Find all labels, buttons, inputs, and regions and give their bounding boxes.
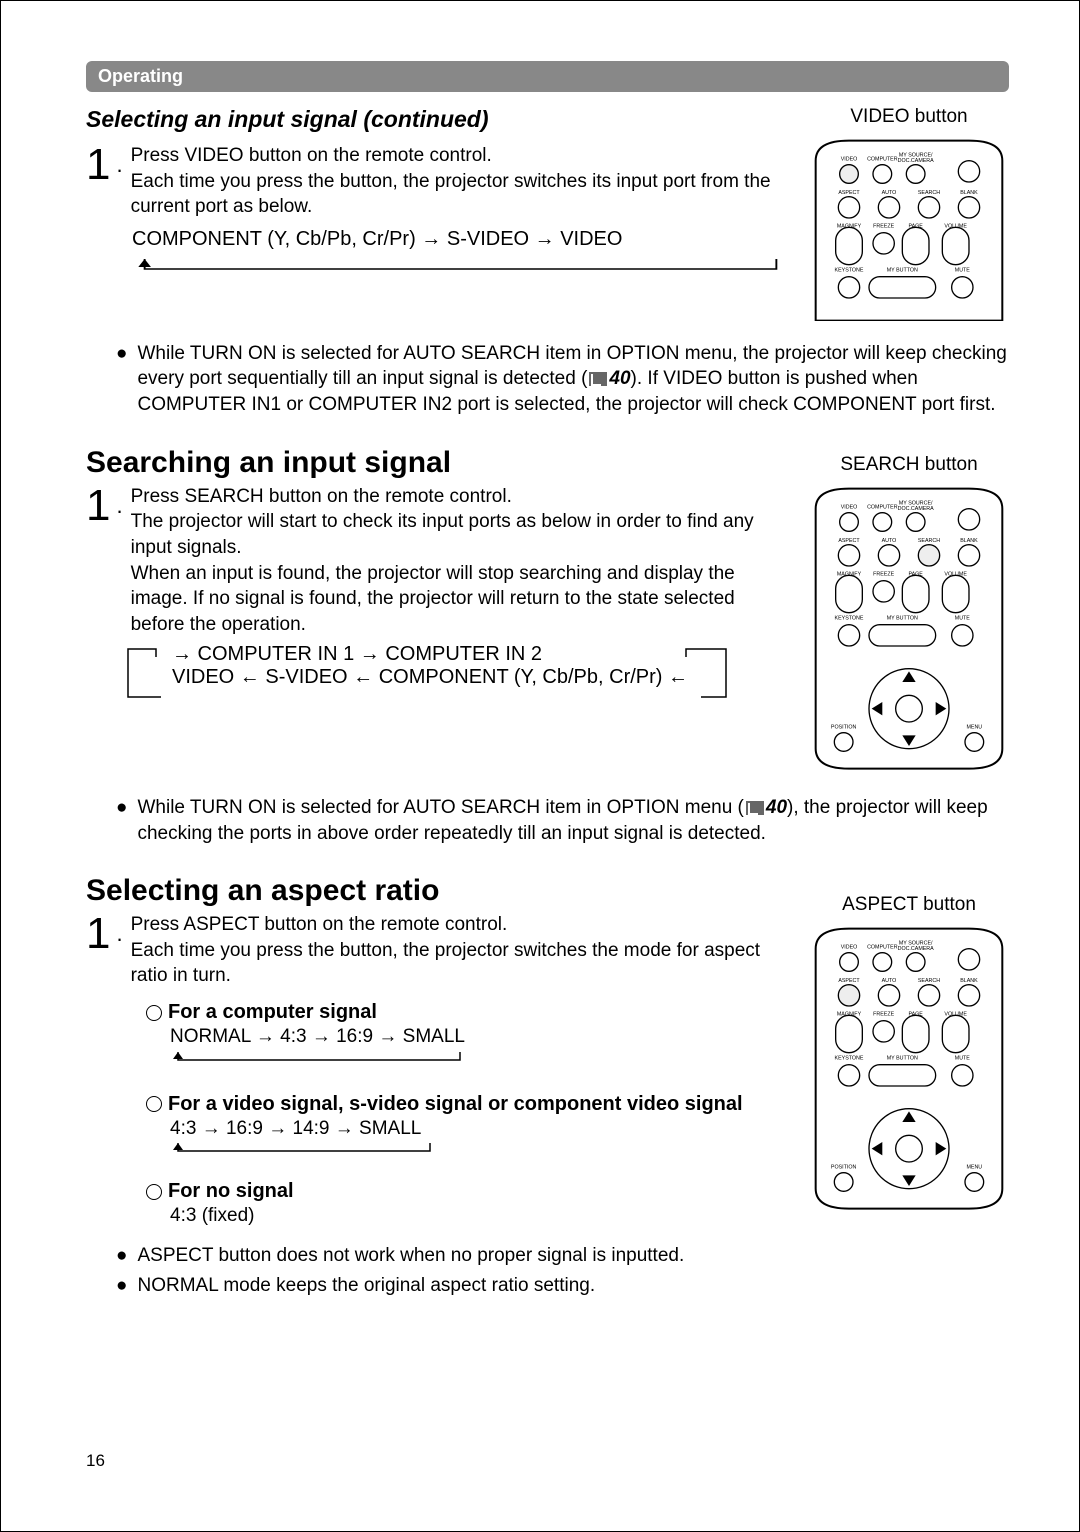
svg-text:MY BUTTON: MY BUTTON xyxy=(887,267,918,273)
sub2-cycle: 4:3 → 16:9 → 14:9 → SMALL xyxy=(170,1116,789,1142)
bullet-icon: ● xyxy=(116,795,127,846)
circle-marker xyxy=(146,1096,162,1112)
step-dot: . xyxy=(116,484,122,528)
circle-marker xyxy=(146,1005,162,1021)
svg-text:ASPECT: ASPECT xyxy=(838,978,860,984)
svg-text:ASPECT: ASPECT xyxy=(838,538,860,544)
s2-bullet-a: While TURN ON is selected for AUTO SEARC… xyxy=(137,797,743,818)
svg-text:AUTO: AUTO xyxy=(882,190,897,196)
step-number-1b: 1 xyxy=(86,484,110,528)
svg-text:POSITION: POSITION xyxy=(831,1165,857,1171)
circle-marker xyxy=(146,1184,162,1200)
svg-text:BLANK: BLANK xyxy=(960,190,978,196)
svg-text:MUTE: MUTE xyxy=(955,267,971,273)
section3-title: Selecting an aspect ratio xyxy=(86,874,789,908)
cycle-return-arrow xyxy=(170,1141,440,1161)
s2-cycle-box xyxy=(126,647,746,703)
remote-illustration-video: VIDEO COMPUTER MY SOURCE/DOC.CAMERA ASPE… xyxy=(809,134,1009,321)
svg-text:MUTE: MUTE xyxy=(955,615,971,621)
svg-text:COMPUTER: COMPUTER xyxy=(867,504,898,510)
svg-text:MY BUTTON: MY BUTTON xyxy=(887,1056,918,1062)
book-ref-icon xyxy=(746,801,764,815)
svg-text:SEARCH: SEARCH xyxy=(918,978,940,984)
sub1-title: For a computer signal xyxy=(168,1001,377,1023)
svg-text:PAGE: PAGE xyxy=(908,1012,923,1018)
bullet-icon: ● xyxy=(116,1273,127,1299)
s1-right-label: VIDEO button xyxy=(809,106,1009,128)
svg-text:MY BUTTON: MY BUTTON xyxy=(887,615,918,621)
svg-text:SEARCH: SEARCH xyxy=(918,538,940,544)
svg-text:VOLUME: VOLUME xyxy=(944,1012,967,1018)
svg-text:SEARCH: SEARCH xyxy=(918,190,940,196)
s3-right-label: ASPECT button xyxy=(809,894,1009,916)
svg-text:DOC.CAMERA: DOC.CAMERA xyxy=(898,158,935,164)
svg-text:AUTO: AUTO xyxy=(882,538,897,544)
svg-text:COMPUTER: COMPUTER xyxy=(867,157,898,163)
svg-text:VOLUME: VOLUME xyxy=(944,223,967,229)
step-number-1a: 1 xyxy=(86,143,110,187)
remote-illustration-aspect: VIDEO COMPUTER MY SOURCE/DOC.CAMERA ASPE… xyxy=(809,922,1009,1215)
s2-step-text1: Press SEARCH button on the remote contro… xyxy=(131,486,512,507)
step-number-1c: 1 xyxy=(86,912,110,956)
s1-ref: 40 xyxy=(609,368,630,389)
svg-text:VIDEO: VIDEO xyxy=(841,157,858,163)
bullet-icon: ● xyxy=(116,341,127,418)
section1-title: Selecting an input signal (continued) xyxy=(86,106,789,133)
remote-illustration-search: VIDEO COMPUTER MY SOURCE/DOC.CAMERA ASPE… xyxy=(809,482,1009,775)
sub1-cycle: NORMAL → 4:3 → 16:9 → SMALL xyxy=(170,1024,789,1050)
s3-bullet3: ASPECT button does not work when no prop… xyxy=(137,1243,684,1269)
svg-text:AUTO: AUTO xyxy=(882,978,897,984)
svg-text:DOC.CAMERA: DOC.CAMERA xyxy=(898,946,935,952)
step-dot: . xyxy=(116,143,122,187)
svg-text:VIDEO: VIDEO xyxy=(841,945,858,951)
s2-step-text2: The projector will start to check its in… xyxy=(131,511,754,558)
svg-text:MUTE: MUTE xyxy=(955,1056,971,1062)
svg-text:BLANK: BLANK xyxy=(960,978,978,984)
sub3-title: For no signal xyxy=(168,1180,294,1202)
svg-text:COMPUTER: COMPUTER xyxy=(867,945,898,951)
svg-text:FREEZE: FREEZE xyxy=(873,1012,894,1018)
header-bar: Operating xyxy=(86,61,1009,92)
svg-text:MAGNIFY: MAGNIFY xyxy=(837,223,862,229)
bullet-icon: ● xyxy=(116,1243,127,1269)
section2-title: Searching an input signal xyxy=(86,446,789,480)
s2-right-label: SEARCH button xyxy=(809,454,1009,476)
sub2-title: For a video signal, s-video signal or co… xyxy=(168,1093,743,1115)
svg-text:MAGNIFY: MAGNIFY xyxy=(837,1012,862,1018)
s1-step-text2: Each time you press the button, the proj… xyxy=(131,171,771,218)
s2-step-text3: When an input is found, the projector wi… xyxy=(131,563,735,635)
svg-text:MAGNIFY: MAGNIFY xyxy=(837,571,862,577)
s2-ref: 40 xyxy=(766,797,787,818)
svg-text:BLANK: BLANK xyxy=(960,538,978,544)
svg-text:KEYSTONE: KEYSTONE xyxy=(835,615,864,621)
svg-text:POSITION: POSITION xyxy=(831,724,857,730)
svg-text:PAGE: PAGE xyxy=(908,223,923,229)
s3-step-text2: Each time you press the button, the proj… xyxy=(131,940,760,987)
svg-text:DOC.CAMERA: DOC.CAMERA xyxy=(898,506,935,512)
svg-text:MENU: MENU xyxy=(966,1165,982,1171)
svg-text:FREEZE: FREEZE xyxy=(873,571,894,577)
s3-step-text1: Press ASPECT button on the remote contro… xyxy=(131,914,508,935)
cycle-return-arrow xyxy=(170,1050,470,1070)
page-number: 16 xyxy=(86,1451,105,1471)
s3-bullet4: NORMAL mode keeps the original aspect ra… xyxy=(137,1273,595,1299)
s1-step-text1: Press VIDEO button on the remote control… xyxy=(131,145,492,166)
book-ref-icon xyxy=(589,372,607,386)
svg-text:KEYSTONE: KEYSTONE xyxy=(835,267,864,273)
svg-text:VIDEO: VIDEO xyxy=(841,504,858,510)
svg-text:KEYSTONE: KEYSTONE xyxy=(835,1056,864,1062)
svg-text:MENU: MENU xyxy=(966,724,982,730)
cycle-return-arrow xyxy=(132,257,789,279)
s1-cycle: COMPONENT (Y, Cb/Pb, Cr/Pr) → S-VIDEO → … xyxy=(132,228,789,251)
step-dot: . xyxy=(116,912,122,956)
svg-text:PAGE: PAGE xyxy=(908,571,923,577)
svg-text:ASPECT: ASPECT xyxy=(838,190,860,196)
svg-text:FREEZE: FREEZE xyxy=(873,223,894,229)
svg-text:VOLUME: VOLUME xyxy=(944,571,967,577)
sub3-text: 4:3 (fixed) xyxy=(170,1203,789,1229)
